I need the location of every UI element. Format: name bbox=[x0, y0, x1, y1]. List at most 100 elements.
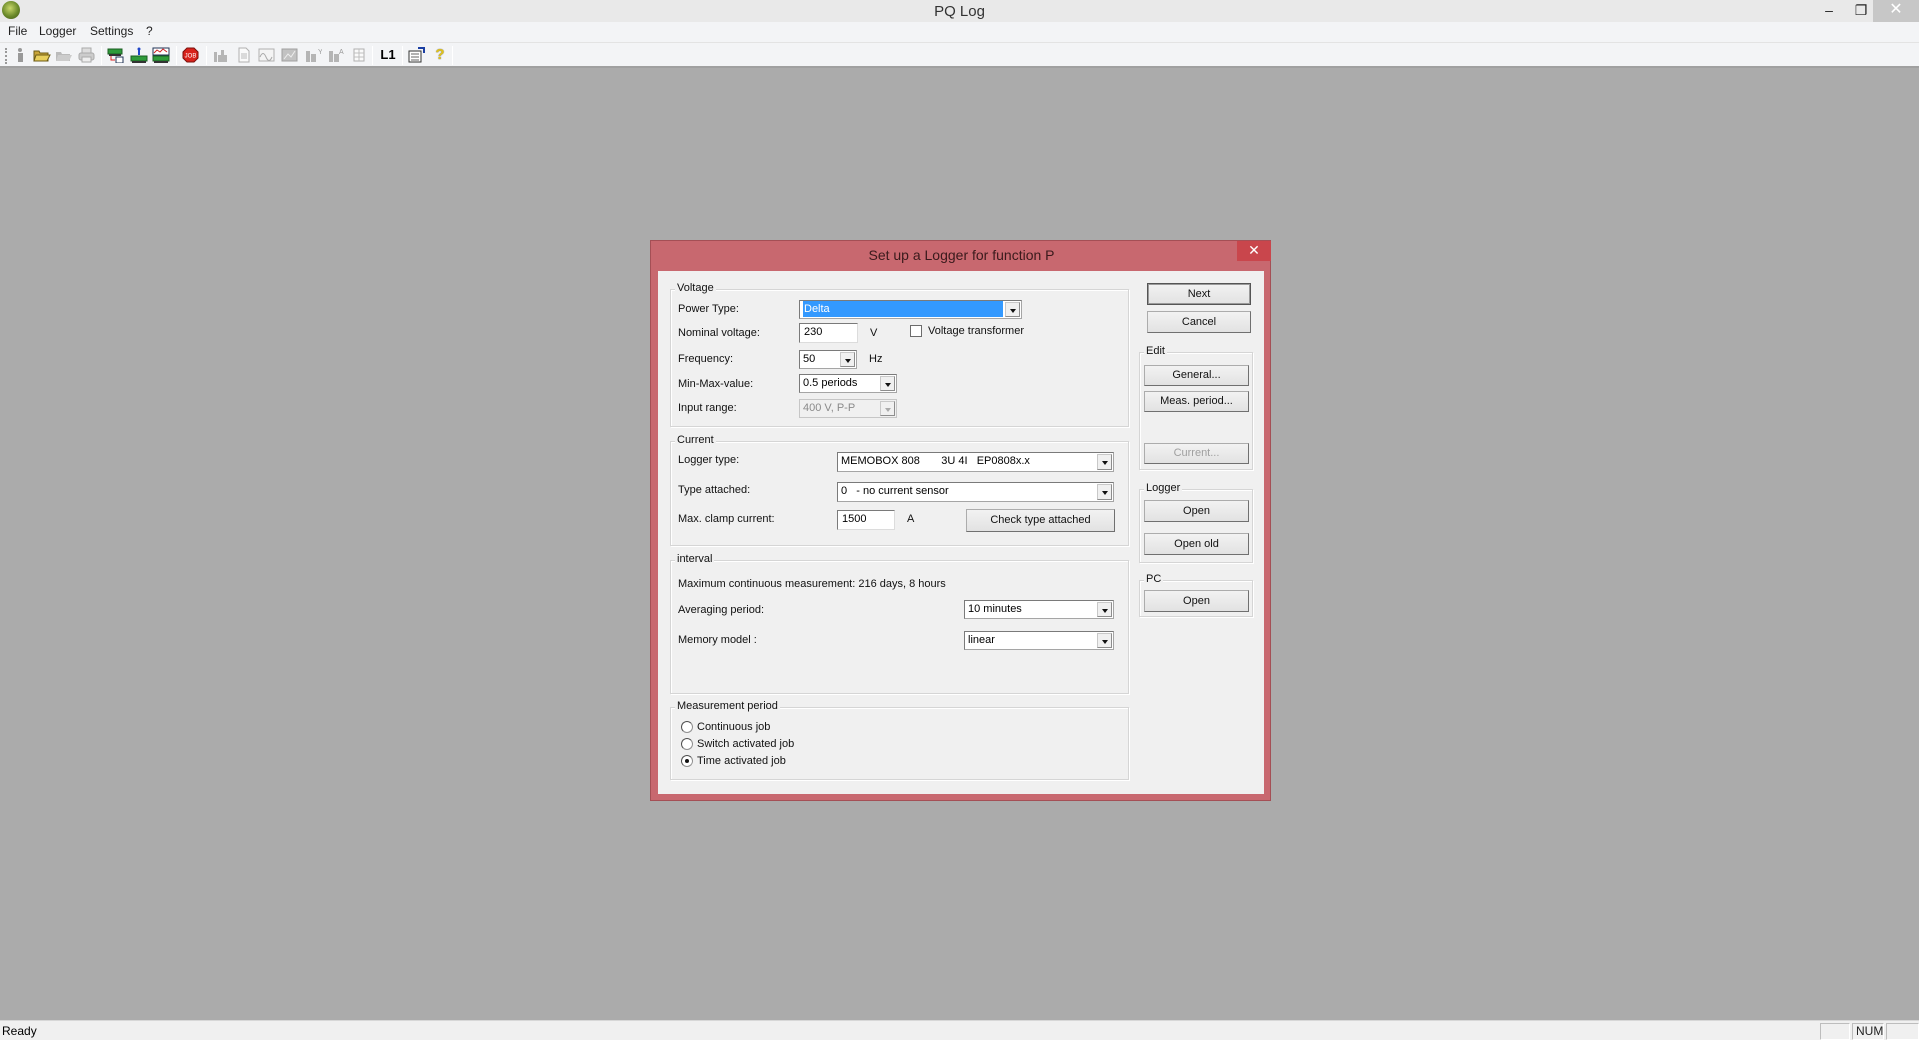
averaging-period-label: Averaging period: bbox=[678, 604, 765, 616]
l1-icon[interactable]: L1 bbox=[379, 47, 397, 63]
menu-file[interactable]: File bbox=[8, 24, 27, 38]
power-type-label: Power Type: bbox=[678, 303, 739, 315]
max-clamp-unit: A bbox=[907, 513, 915, 525]
chevron-down-icon[interactable] bbox=[1097, 454, 1112, 470]
chevron-down-icon[interactable] bbox=[1097, 484, 1112, 500]
toolbar-separator bbox=[101, 46, 102, 65]
continuous-job-label[interactable]: Continuous job bbox=[697, 721, 770, 733]
status-pane-num: NUM bbox=[1852, 1023, 1884, 1040]
job-stop-label: JOB bbox=[185, 54, 197, 60]
max-clamp-input[interactable]: 1500 bbox=[837, 510, 895, 530]
check-type-attached-button[interactable]: Check type attached bbox=[966, 509, 1115, 532]
max-measurement-text: Maximum continuous measurement: 216 days… bbox=[678, 578, 946, 590]
pc-open-button[interactable]: Open bbox=[1144, 590, 1249, 612]
nominal-voltage-label: Nominal voltage: bbox=[678, 327, 760, 339]
edit-group-label: Edit bbox=[1144, 345, 1167, 357]
logger-open-old-button[interactable]: Open old bbox=[1144, 533, 1249, 555]
waveform-icon bbox=[258, 47, 276, 63]
cancel-button[interactable]: Cancel bbox=[1147, 311, 1251, 333]
svg-text:Y: Y bbox=[318, 49, 322, 56]
type-attached-select[interactable]: 0 - no current sensor bbox=[837, 482, 1114, 502]
bar-chart-icon bbox=[212, 47, 230, 63]
chevron-down-icon[interactable] bbox=[1097, 602, 1112, 617]
voltage-transformer-checkbox[interactable] bbox=[910, 325, 922, 337]
nominal-voltage-unit: V bbox=[870, 327, 878, 339]
interval-group-label: interval bbox=[675, 553, 715, 565]
pc-group-label: PC bbox=[1144, 573, 1164, 585]
input-range-select: 400 V, P-P bbox=[799, 399, 897, 418]
print-icon bbox=[78, 47, 96, 63]
dialog-title: Set up a Logger for function P bbox=[868, 247, 1055, 263]
memory-model-value: linear bbox=[968, 634, 995, 646]
menu-bar: File Logger Settings ? bbox=[0, 22, 1919, 42]
image-icon bbox=[281, 47, 299, 63]
current-edit-button: Current... bbox=[1144, 443, 1249, 464]
toolbar-separator bbox=[452, 46, 453, 65]
logger-open-button[interactable]: Open bbox=[1144, 500, 1249, 522]
info-icon[interactable] bbox=[12, 47, 30, 63]
frequency-label: Frequency: bbox=[678, 353, 734, 365]
measurement-period-group-label: Measurement period bbox=[675, 700, 780, 712]
chart-a-icon: A bbox=[327, 47, 345, 63]
logger-type-select[interactable]: MEMOBOX 808 3U 4I EP0808x.x bbox=[837, 452, 1114, 472]
document-icon bbox=[235, 47, 253, 63]
help-icon[interactable]: ? bbox=[431, 47, 449, 63]
general-button[interactable]: General... bbox=[1144, 365, 1249, 386]
close-window-button[interactable]: ✕ bbox=[1873, 0, 1919, 22]
minmax-select[interactable]: 0.5 periods bbox=[799, 374, 897, 393]
job-stop-icon[interactable]: JOB bbox=[182, 47, 200, 63]
input-range-value: 400 V, P-P bbox=[803, 402, 856, 414]
frequency-unit: Hz bbox=[869, 353, 883, 365]
switch-activated-job-label[interactable]: Switch activated job bbox=[697, 738, 794, 750]
open-folder-icon[interactable] bbox=[33, 47, 51, 63]
chevron-down-icon bbox=[880, 401, 895, 416]
chevron-down-icon[interactable] bbox=[1097, 633, 1112, 648]
logger-type-label: Logger type: bbox=[678, 454, 740, 466]
time-activated-job-label[interactable]: Time activated job bbox=[697, 755, 786, 767]
window-title: PQ Log bbox=[934, 3, 985, 20]
menu-help[interactable]: ? bbox=[146, 24, 153, 38]
voltage-transformer-label[interactable]: Voltage transformer bbox=[928, 325, 1024, 337]
title-bar: PQ Log – ❐ ✕ bbox=[0, 0, 1919, 22]
type-attached-value: 0 - no current sensor bbox=[841, 485, 949, 497]
svg-text:A: A bbox=[339, 49, 344, 56]
status-bar: Ready NUM bbox=[0, 1020, 1919, 1040]
menu-settings[interactable]: Settings bbox=[90, 24, 133, 38]
current-group-label: Current bbox=[675, 434, 716, 446]
memory-model-select[interactable]: linear bbox=[964, 631, 1114, 650]
status-pane-caps bbox=[1820, 1023, 1850, 1040]
table-icon bbox=[350, 47, 368, 63]
toolbar-grip[interactable] bbox=[5, 48, 7, 64]
switch-activated-job-radio[interactable] bbox=[681, 738, 693, 750]
toolbar-separator bbox=[402, 46, 403, 65]
type-attached-label: Type attached: bbox=[678, 484, 751, 496]
input-range-label: Input range: bbox=[678, 402, 737, 414]
menu-logger[interactable]: Logger bbox=[39, 24, 76, 38]
continuous-job-radio[interactable] bbox=[681, 721, 693, 733]
next-button[interactable]: Next bbox=[1147, 283, 1251, 305]
nominal-voltage-input[interactable]: 230 bbox=[799, 323, 858, 343]
settings-window-icon[interactable] bbox=[408, 47, 426, 63]
frequency-value: 50 bbox=[803, 353, 816, 365]
power-type-value: Delta bbox=[803, 301, 1003, 317]
chart-y-icon: Y bbox=[304, 47, 323, 63]
logger-type-value: MEMOBOX 808 3U 4I EP0808x.x bbox=[841, 455, 1030, 467]
meas-period-button[interactable]: Meas. period... bbox=[1144, 391, 1249, 412]
dialog-close-button[interactable]: ✕ bbox=[1237, 241, 1271, 261]
chevron-down-icon[interactable] bbox=[1005, 302, 1020, 317]
open-folder-disabled-icon bbox=[55, 47, 73, 63]
chevron-down-icon[interactable] bbox=[880, 376, 895, 391]
logger-upload-icon[interactable] bbox=[130, 47, 148, 63]
averaging-period-value: 10 minutes bbox=[968, 603, 1022, 615]
memory-model-label: Memory model : bbox=[678, 634, 757, 646]
toolbar-separator bbox=[206, 46, 207, 65]
logger-transfer-icon[interactable] bbox=[107, 47, 125, 64]
logger-chart-icon[interactable] bbox=[152, 47, 170, 63]
averaging-period-select[interactable]: 10 minutes bbox=[964, 600, 1114, 619]
chevron-down-icon[interactable] bbox=[840, 352, 855, 367]
time-activated-job-radio[interactable] bbox=[681, 755, 693, 767]
toolbar: JOB Y A L1 ? bbox=[0, 42, 1919, 68]
frequency-select[interactable]: 50 bbox=[799, 350, 857, 369]
logger-group-label: Logger bbox=[1144, 482, 1183, 494]
power-type-select[interactable]: Delta bbox=[799, 300, 1022, 319]
